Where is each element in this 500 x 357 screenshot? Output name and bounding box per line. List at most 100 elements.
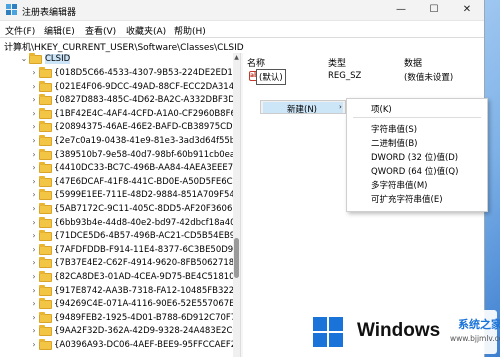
- tree-item[interactable]: › {7AFDFDDB-F914-11E4-8377-6C3BE50D980C}: [0, 243, 233, 258]
- menu-item-new[interactable]: 新建(N) ›: [263, 102, 343, 115]
- tree-item[interactable]: › {5999E1EE-711E-48D2-9884-851A709F543D}: [0, 189, 233, 203]
- tree-item[interactable]: › {82CA8DE3-01AD-4CEA-9D75-BE4C51810A9E}: [0, 271, 233, 285]
- minimize-button[interactable]: —: [385, 0, 417, 20]
- close-button[interactable]: ✕: [451, 0, 483, 20]
- tree-item[interactable]: › {6bb93b4e-44d8-40e2-bd97-42dbcf18a40f}: [0, 216, 233, 231]
- submenu-item-expandable-string[interactable]: 可扩充字符串值(E): [371, 193, 443, 205]
- tree-item[interactable]: › {A0396A93-DC06-4AEF-BEE9-95FFCCAEF20E}: [0, 339, 233, 353]
- folder-icon: [39, 162, 52, 174]
- collapsed-arrow-icon[interactable]: ›: [30, 109, 38, 118]
- value-data: (数值未设置): [404, 73, 454, 83]
- collapsed-arrow-icon[interactable]: ›: [30, 245, 38, 254]
- collapsed-arrow-icon[interactable]: ›: [30, 258, 38, 267]
- tree-item[interactable]: › {47E6DCAF-41F8-441C-BD0E-A50D5FE6C4D1}: [0, 175, 233, 190]
- tree-item-label: {7AFDFDDB-F914-11E4-8377-6C3BE50D980C}: [54, 244, 233, 255]
- menu-view[interactable]: 查看(V): [85, 24, 116, 37]
- submenu-item-qword[interactable]: QWORD (64 位)值(Q): [371, 165, 458, 177]
- menu-item-new-label: 新建(N): [287, 105, 317, 115]
- collapsed-arrow-icon[interactable]: ›: [30, 204, 38, 213]
- tree-item-label: {9489FEB2-1925-4D01-B788-6D912C70F7F2}: [54, 312, 233, 323]
- tree-scrollbar[interactable]: ▲: [233, 53, 240, 357]
- folder-icon: [39, 121, 52, 133]
- tree-item-label: {6bb93b4e-44d8-40e2-bd97-42dbcf18a40f}: [54, 217, 233, 228]
- collapsed-arrow-icon[interactable]: ›: [30, 177, 38, 186]
- tree-item[interactable]: › {0827D883-485C-4D62-BA2C-A332DBF3D4B0}: [0, 94, 233, 108]
- menu-bar: 文件(F) 编辑(E) 查看(V) 收藏夹(A) 帮助(H): [0, 21, 484, 37]
- tree-item-label: {82CA8DE3-01AD-4CEA-9D75-BE4C51810A9E}: [54, 272, 233, 282]
- collapsed-arrow-icon[interactable]: ›: [30, 340, 38, 349]
- tree-item-label: {389510b7-9e58-40d7-98bf-60b911cb0ea9}: [54, 149, 233, 160]
- collapsed-arrow-icon[interactable]: ›: [30, 95, 38, 104]
- tree-item[interactable]: › {20894375-46AE-46E2-BAFD-CB38975CDCE6}: [0, 121, 233, 135]
- column-header-type[interactable]: 类型: [328, 56, 346, 69]
- tree-item-label: {47E6DCAF-41F8-441C-BD0E-A50D5FE6C4D1}: [54, 176, 233, 187]
- collapsed-arrow-icon[interactable]: ›: [30, 190, 38, 199]
- collapsed-arrow-icon[interactable]: ›: [30, 136, 38, 145]
- regedit-icon: [6, 4, 17, 15]
- menu-file[interactable]: 文件(F): [5, 24, 35, 37]
- address-bar[interactable]: 计算机\HKEY_CURRENT_USER\Software\Classes\C…: [0, 37, 484, 54]
- folder-icon: [39, 175, 52, 187]
- folder-open-icon: [29, 53, 42, 64]
- folder-icon: [39, 243, 52, 255]
- tree-item-label: {2e7c0a19-0438-41e9-81e3-3ad3d64f55ba}: [54, 136, 233, 146]
- submenu-item-string[interactable]: 字符串值(S): [371, 123, 417, 135]
- tree-item[interactable]: › {94269C4E-071A-4116-90E6-52E557067E4E}: [0, 298, 233, 312]
- tree-item[interactable]: › {4410DC33-BC7C-496B-AA84-4AEA3EEE75F7}: [0, 162, 233, 176]
- submenu-item-key[interactable]: 项(K): [371, 103, 392, 115]
- tree-item-label: {4410DC33-BC7C-496B-AA84-4AEA3EEE75F7}: [54, 163, 233, 174]
- collapsed-arrow-icon[interactable]: ›: [30, 286, 38, 295]
- scroll-up-icon[interactable]: ▲: [233, 54, 240, 61]
- tree-item-label: {917E8742-AA3B-7318-FA12-10485FB322A2}: [54, 285, 233, 296]
- submenu-item-dword[interactable]: DWORD (32 位)值(D): [371, 151, 458, 163]
- folder-icon: [39, 148, 52, 160]
- folder-icon: [39, 284, 52, 296]
- collapsed-arrow-icon[interactable]: ›: [30, 299, 38, 308]
- tree-item[interactable]: › {389510b7-9e58-40d7-98bf-60b911cb0ea9}: [0, 148, 233, 163]
- tree-item[interactable]: › {9AA2F32D-362A-42D9-9328-24A483E2CCC3}: [0, 325, 233, 339]
- collapsed-arrow-icon[interactable]: ›: [30, 231, 38, 240]
- tree-item[interactable]: › {7B37E4E2-C62F-4914-9620-8FB5062718CC}: [0, 257, 233, 271]
- collapsed-arrow-icon[interactable]: ›: [30, 163, 38, 172]
- folder-icon: [39, 230, 52, 242]
- tree-item[interactable]: › {9489FEB2-1925-4D01-B788-6D912C70F7F2}: [0, 311, 233, 326]
- tree-item-label: {0827D883-485C-4D62-BA2C-A332DBF3D4B0}: [54, 95, 233, 106]
- tree-item[interactable]: › {1BF42E4C-4AF4-4CFD-A1A0-CF2960B8F63E}: [0, 107, 233, 122]
- new-submenu: 项(K) 字符串值(S) 二进制值(B) DWORD (32 位)值(D) QW…: [346, 98, 488, 212]
- tree-item-label: {021E4F06-9DCC-49AD-88CF-ECC2DA314C8A}: [54, 81, 233, 92]
- maximize-button[interactable]: ☐: [418, 0, 450, 20]
- tree-item[interactable]: › {018D5C66-4533-4307-9B53-224DE2ED1FE6}: [0, 67, 233, 81]
- submenu-item-multi-string[interactable]: 多字符串值(M): [371, 179, 427, 191]
- tree-item-label: {20894375-46AE-46E2-BAFD-CB38975CDCE6}: [54, 122, 233, 133]
- menu-edit[interactable]: 编辑(E): [44, 24, 75, 37]
- column-header-name[interactable]: 名称: [247, 56, 265, 69]
- collapsed-arrow-icon[interactable]: ›: [30, 326, 38, 335]
- submenu-item-binary[interactable]: 二进制值(B): [371, 137, 417, 149]
- tree-item[interactable]: › {2e7c0a19-0438-41e9-81e3-3ad3d64f55ba}: [0, 135, 233, 149]
- collapsed-arrow-icon[interactable]: ›: [30, 82, 38, 91]
- scrollbar-thumb[interactable]: [234, 238, 239, 278]
- tree-item[interactable]: › {71DCE5D6-4B57-496B-AC21-CD5B54EB93FD}: [0, 230, 233, 244]
- collapsed-arrow-icon[interactable]: ›: [30, 272, 38, 281]
- menu-favorites[interactable]: 收藏夹(A): [126, 24, 166, 37]
- column-header-data[interactable]: 数据: [404, 56, 422, 69]
- folder-icon: [39, 107, 52, 119]
- tree-item-clsid[interactable]: ⌄ CLSID: [0, 53, 232, 67]
- expanded-arrow-icon[interactable]: ⌄: [20, 54, 28, 63]
- value-name-field[interactable]: (默认): [256, 69, 286, 85]
- tree-item[interactable]: › {917E8742-AA3B-7318-FA12-10485FB322A2}: [0, 284, 233, 299]
- menu-help[interactable]: 帮助(H): [174, 24, 206, 37]
- window-title: 注册表编辑器: [22, 8, 77, 18]
- collapsed-arrow-icon[interactable]: ›: [30, 218, 38, 227]
- folder-icon: [39, 339, 52, 350]
- collapsed-arrow-icon[interactable]: ›: [30, 122, 38, 131]
- tree-item-label: {5AB7172C-9C11-405C-8DD5-AF20F3606282}: [54, 204, 233, 214]
- tree-item-label: {9AA2F32D-362A-42D9-9328-24A483E2CCC3}: [54, 326, 233, 337]
- tree-item[interactable]: › {5AB7172C-9C11-405C-8DD5-AF20F3606282}: [0, 203, 233, 217]
- watermark: Windows 系统之家 www.bjjmlv.com: [309, 310, 500, 354]
- folder-icon: [39, 80, 52, 92]
- collapsed-arrow-icon[interactable]: ›: [30, 313, 38, 322]
- collapsed-arrow-icon[interactable]: ›: [30, 150, 38, 159]
- collapsed-arrow-icon[interactable]: ›: [30, 68, 38, 77]
- tree-item[interactable]: › {021E4F06-9DCC-49AD-88CF-ECC2DA314C8A}: [0, 80, 233, 95]
